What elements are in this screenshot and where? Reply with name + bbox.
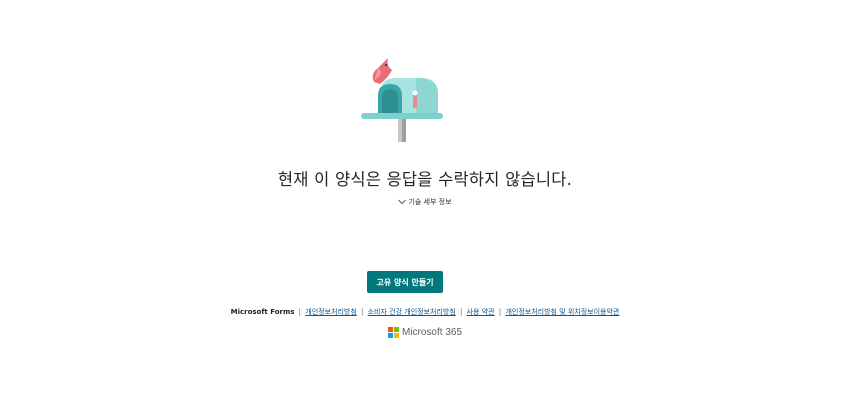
microsoft-365-logo: Microsoft 365 bbox=[0, 327, 850, 338]
tech-details-label: 기술 세부 정보 bbox=[408, 198, 452, 206]
footer-separator: | bbox=[498, 308, 502, 316]
privacy-location-terms-link[interactable]: 개인정보처리방침 및 위치정보이용약관 bbox=[505, 308, 619, 316]
chevron-down-icon bbox=[398, 199, 407, 205]
mailbox-icon bbox=[358, 56, 448, 144]
closed-form-page: 현재 이 양식은 응답을 수락하지 않습니다. 기술 세부 정보 고유 양식 만… bbox=[0, 0, 850, 413]
privacy-link[interactable]: 개인정보처리방침 bbox=[305, 308, 357, 316]
consumer-health-privacy-link[interactable]: 소비자 건강 개인정보처리방침 bbox=[368, 308, 456, 316]
footer-separator: | bbox=[298, 308, 302, 316]
footer-separator: | bbox=[460, 308, 463, 316]
microsoft-logo-icon bbox=[387, 327, 399, 338]
create-own-form-button[interactable]: 고유 양식 만들기 bbox=[367, 271, 443, 293]
form-closed-message: 현재 이 양식은 응답을 수락하지 않습니다. bbox=[277, 170, 573, 189]
footer-brand: Microsoft Forms bbox=[230, 308, 295, 316]
tech-details-toggle[interactable]: 기술 세부 정보 bbox=[0, 197, 850, 207]
terms-of-use-link[interactable]: 사용 약관 bbox=[467, 308, 495, 316]
footer-links: Microsoft Forms | 개인정보처리방침 | 소비자 건강 개인정보… bbox=[0, 307, 850, 317]
microsoft-365-text: Microsoft 365 bbox=[401, 327, 463, 338]
footer-separator: | bbox=[361, 308, 364, 316]
